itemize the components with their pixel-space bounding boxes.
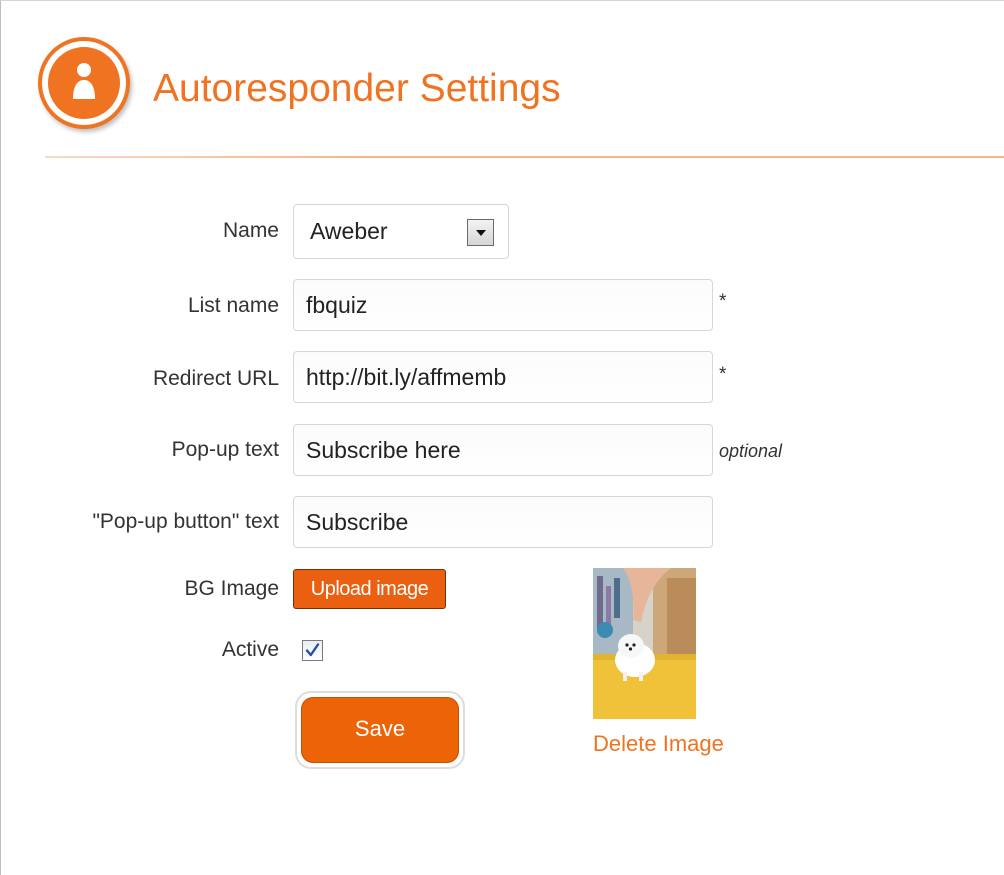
checkmark-icon bbox=[305, 643, 320, 657]
list-name-input[interactable] bbox=[293, 279, 713, 331]
popup-text-input[interactable] bbox=[293, 424, 713, 476]
page-title: Autoresponder Settings bbox=[153, 67, 561, 110]
name-label: Name bbox=[222, 219, 279, 242]
delete-image-link[interactable]: Delete Image bbox=[593, 731, 724, 757]
popup-button-text-label: "Pop-up button" text bbox=[92, 510, 279, 533]
list-name-label: List name bbox=[187, 294, 279, 317]
upload-image-button[interactable]: Upload image bbox=[293, 569, 446, 609]
active-label: Active bbox=[221, 638, 279, 661]
redirect-url-input[interactable] bbox=[293, 351, 713, 403]
chevron-down-icon[interactable] bbox=[467, 219, 494, 246]
bg-image-preview bbox=[593, 568, 696, 719]
optional-hint: optional bbox=[719, 441, 783, 461]
redirect-url-label: Redirect URL bbox=[152, 367, 279, 390]
header-divider bbox=[45, 156, 1004, 158]
active-checkbox[interactable] bbox=[302, 640, 323, 661]
save-button[interactable]: Save bbox=[301, 697, 459, 763]
popup-button-text-input[interactable] bbox=[293, 496, 713, 548]
user-icon bbox=[38, 37, 130, 129]
name-select-value: Aweber bbox=[310, 218, 388, 244]
required-marker: * bbox=[719, 291, 727, 312]
popup-text-label: Pop-up text bbox=[171, 438, 279, 461]
required-marker: * bbox=[719, 364, 727, 385]
autoresponder-settings-page: Autoresponder Settings Name Aweber List … bbox=[0, 0, 1004, 875]
name-select[interactable]: Aweber bbox=[293, 204, 509, 259]
save-button-frame: Save bbox=[295, 691, 465, 769]
bg-image-label: BG Image bbox=[184, 577, 279, 600]
